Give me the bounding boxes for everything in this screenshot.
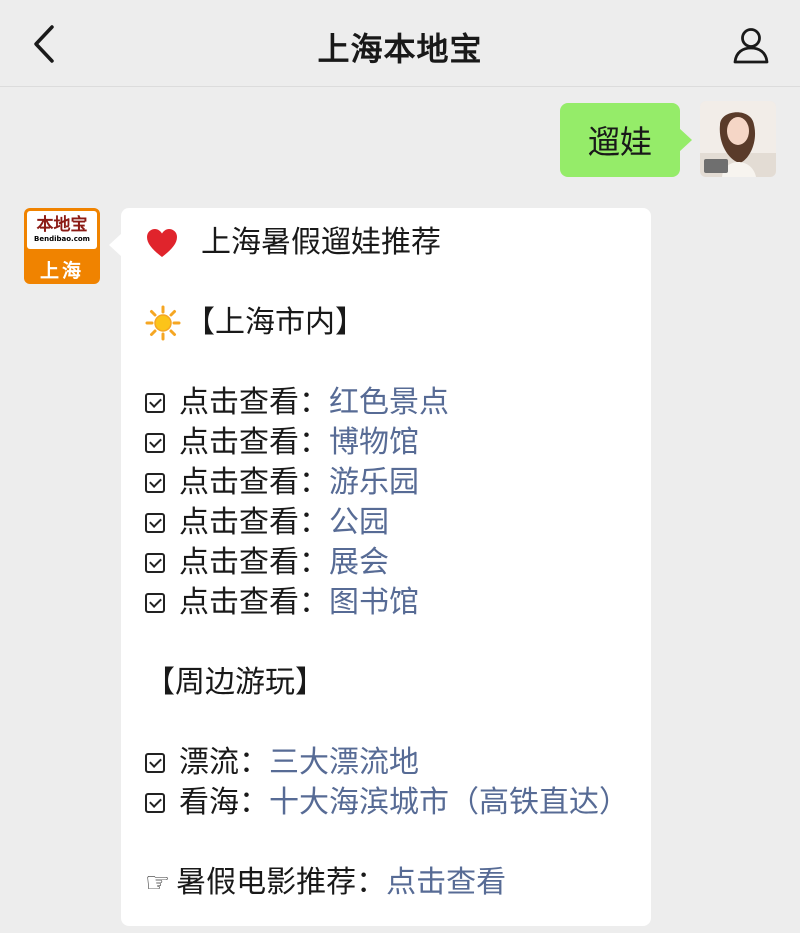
outgoing-message-text: 遛娃: [587, 123, 652, 161]
checkbox-icon: [145, 793, 165, 813]
list-item: 点击查看： 展会: [145, 543, 627, 583]
list-item: 点击查看： 图书馆: [145, 583, 627, 623]
checkbox-icon: [145, 593, 165, 613]
person-icon: [733, 28, 769, 64]
list-item: 看海： 十大海滨城市（高铁直达）: [145, 783, 629, 823]
list-item-label: 点击查看：: [179, 545, 329, 580]
section-heading-city: 【上海市内】: [145, 303, 627, 343]
list-item-label: 点击查看：: [179, 385, 329, 420]
incoming-message-bubble: 上海暑假遛娃推荐 【上海市内】 点击查看： 红色景点 点击查看： 博物馆 点击查…: [109, 208, 651, 926]
list-item: 漂流： 三大漂流地: [145, 743, 627, 783]
checkbox-icon: [145, 513, 165, 533]
list-item: 点击查看： 公园: [145, 503, 627, 543]
message-title: 上海暑假遛娃推荐: [201, 225, 441, 260]
link-museums[interactable]: 博物馆: [329, 423, 419, 463]
checkbox-icon: [145, 553, 165, 573]
link-red-sites[interactable]: 红色景点: [329, 383, 449, 423]
link-parks[interactable]: 公园: [329, 503, 389, 543]
link-rafting[interactable]: 三大漂流地: [269, 743, 419, 783]
list-item-label: 点击查看：: [179, 585, 329, 620]
list-item-label: 看海：: [179, 785, 269, 820]
user-avatar-photo: [700, 101, 776, 177]
link-libraries[interactable]: 图书馆: [329, 583, 419, 623]
section-heading-nearby: 【周边游玩】: [145, 663, 627, 703]
list-item: 点击查看： 游乐园: [145, 463, 627, 503]
movie-label: 暑假电影推荐：: [176, 865, 387, 900]
list-item: 点击查看： 红色景点: [145, 383, 627, 423]
pointing-hand-icon: ☞: [145, 866, 171, 899]
message-title-line: 上海暑假遛娃推荐: [145, 223, 627, 263]
bendibao-logo: 本地宝 Bendibao.com: [27, 211, 97, 249]
link-movies[interactable]: 点击查看: [386, 863, 506, 903]
section-title-nearby: 【周边游玩】: [145, 665, 325, 700]
heart-icon: [147, 229, 177, 257]
checkbox-icon: [145, 473, 165, 493]
list-item-label: 漂流：: [179, 745, 269, 780]
profile-button[interactable]: [728, 22, 774, 68]
sun-icon: [145, 305, 181, 341]
list-item-label: 点击查看：: [179, 465, 329, 500]
link-seaside-cities[interactable]: 十大海滨城市（高铁直达）: [269, 783, 629, 823]
bendibao-avatar[interactable]: 本地宝 Bendibao.com 上海: [24, 208, 100, 284]
logo-name: 本地宝: [36, 215, 88, 235]
top-bar: 上海本地宝: [0, 0, 800, 87]
checkbox-icon: [145, 393, 165, 413]
page-title: 上海本地宝: [317, 30, 483, 68]
movie-line: ☞ 暑假电影推荐： 点击查看: [145, 863, 627, 903]
list-item-label: 点击查看：: [179, 425, 329, 460]
checkbox-icon: [145, 753, 165, 773]
logo-city: 上海: [39, 260, 84, 282]
link-exhibitions[interactable]: 展会: [329, 543, 389, 583]
link-amusement-parks[interactable]: 游乐园: [329, 463, 419, 503]
list-item-label: 点击查看：: [179, 505, 329, 540]
section-title-city: 【上海市内】: [185, 305, 365, 340]
logo-url: Bendibao.com: [34, 235, 90, 243]
outgoing-message-bubble[interactable]: 遛娃: [559, 103, 693, 177]
list-item: 点击查看： 博物馆: [145, 423, 627, 463]
checkbox-icon: [145, 433, 165, 453]
user-avatar[interactable]: [700, 101, 776, 177]
